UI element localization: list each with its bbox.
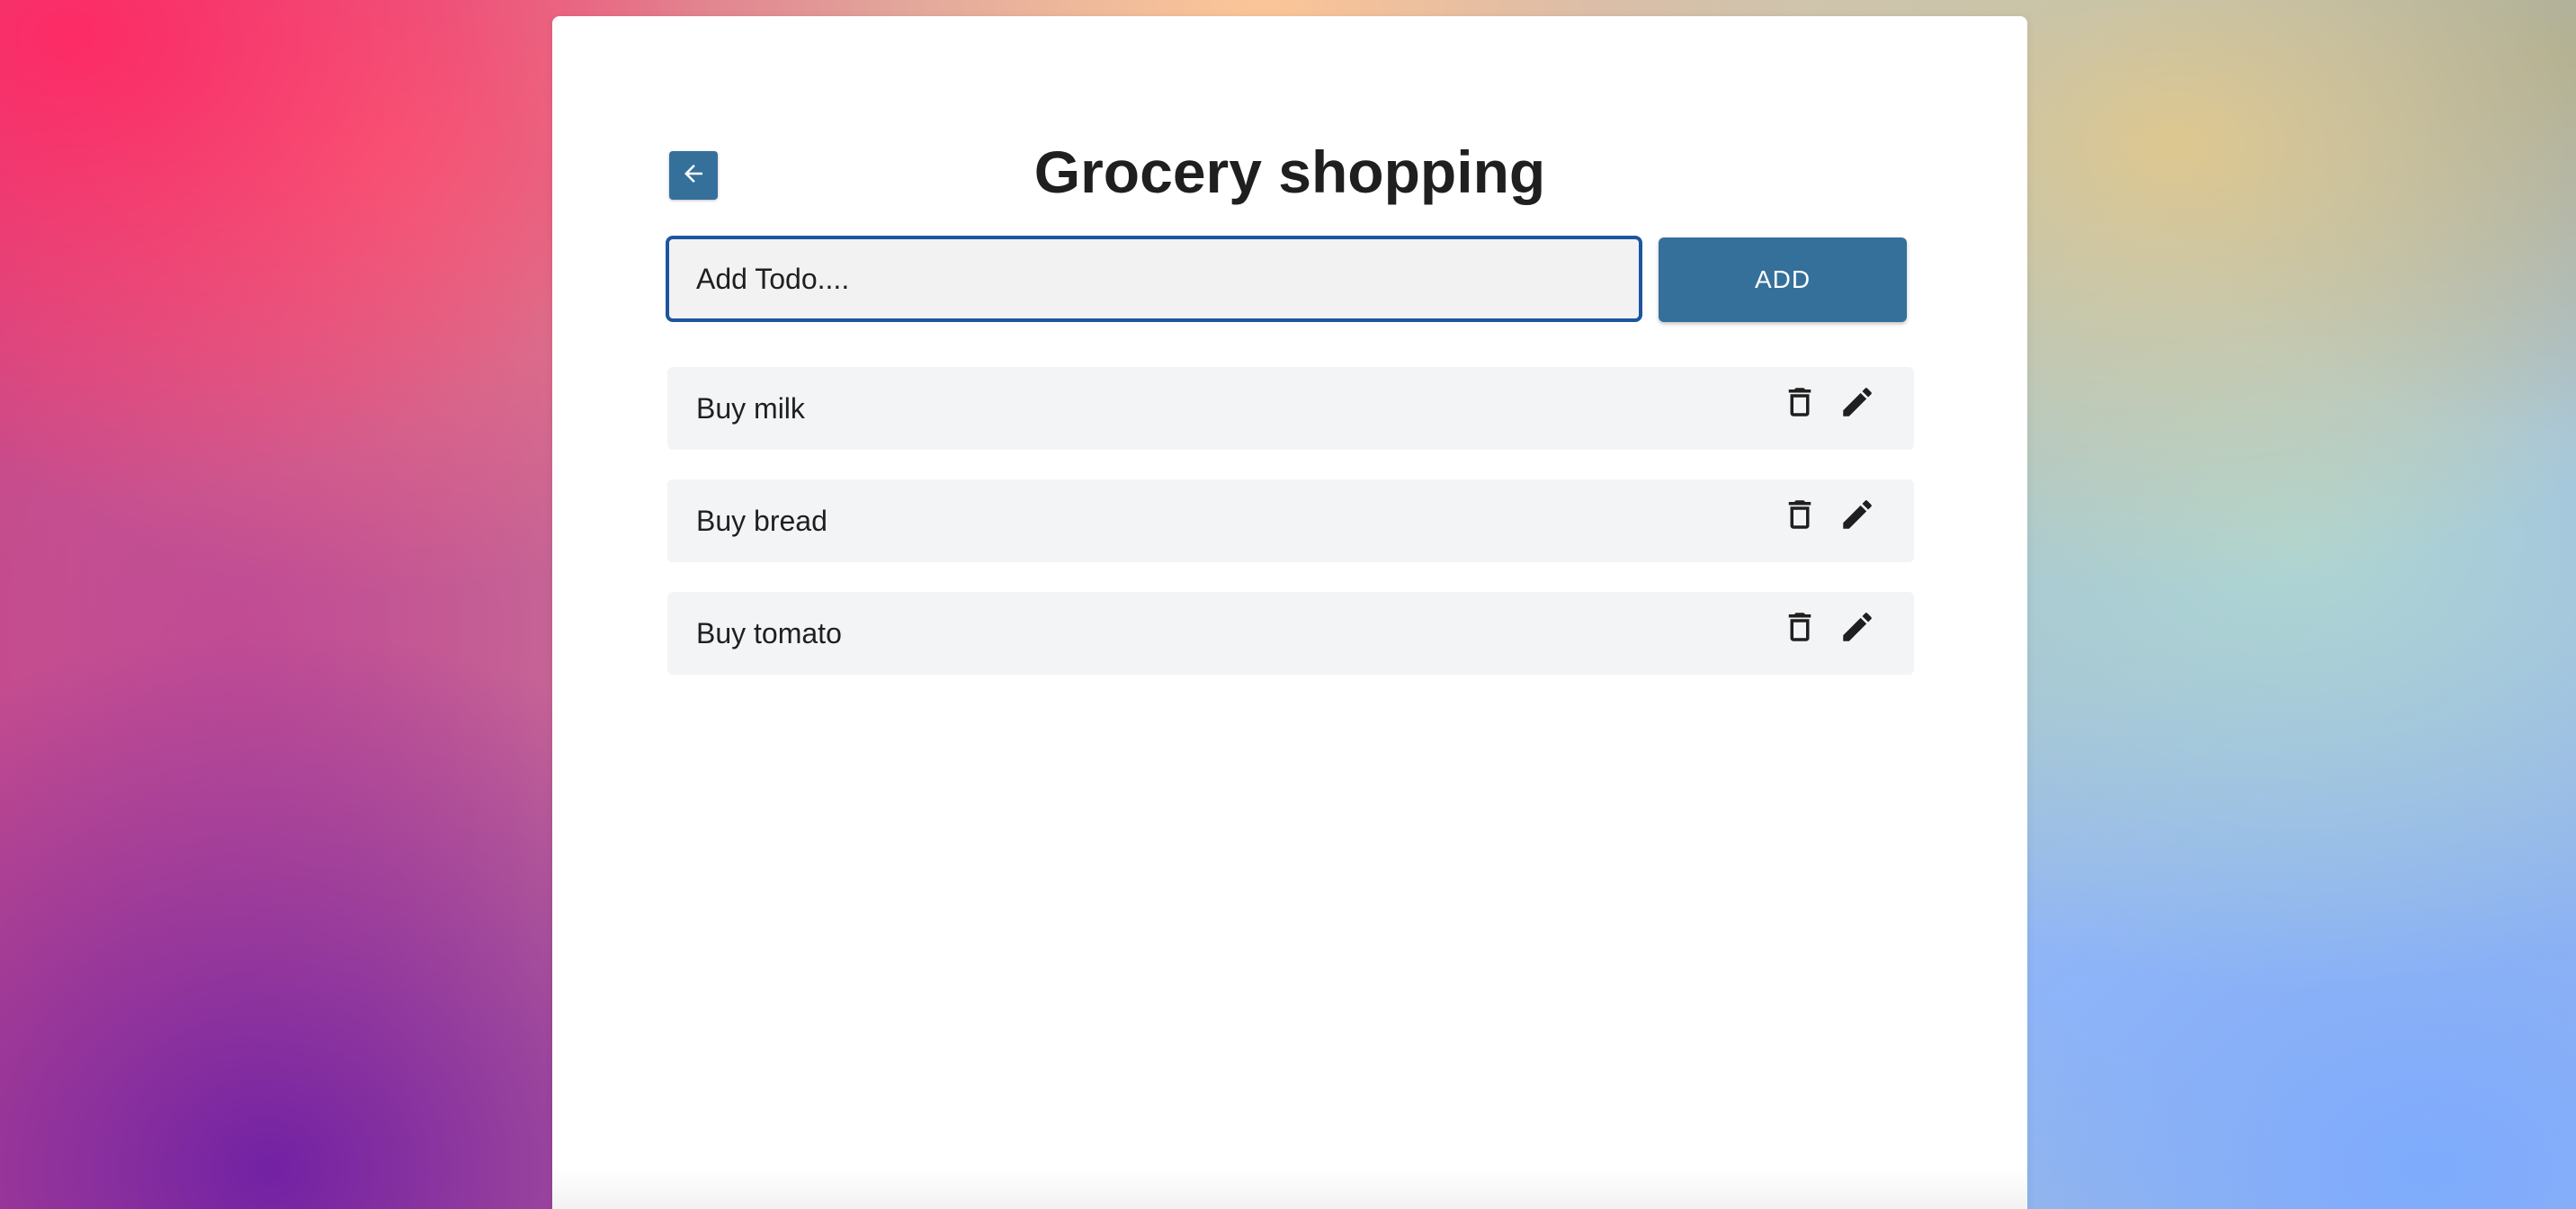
trash-icon[interactable] bbox=[1779, 606, 1820, 648]
todo-text: Buy bread bbox=[696, 505, 827, 537]
add-todo-input[interactable] bbox=[666, 236, 1642, 322]
todo-item: Buy bread bbox=[667, 479, 1914, 562]
todo-list: Buy milk Buy bread Buy tomato bbox=[667, 367, 1914, 704]
todo-text: Buy milk bbox=[696, 392, 805, 425]
todo-text: Buy tomato bbox=[696, 617, 842, 649]
page-title: Grocery shopping bbox=[1033, 139, 1546, 205]
pencil-icon[interactable] bbox=[1837, 381, 1878, 423]
trash-icon[interactable] bbox=[1779, 494, 1820, 535]
card-bottom-shadow bbox=[552, 1168, 2027, 1209]
todo-item: Buy milk bbox=[667, 367, 1914, 450]
todo-item: Buy tomato bbox=[667, 592, 1914, 675]
trash-icon[interactable] bbox=[1779, 381, 1820, 423]
pencil-icon[interactable] bbox=[1837, 606, 1878, 648]
pencil-icon[interactable] bbox=[1837, 494, 1878, 535]
todo-card: Grocery shopping ADD Buy milk Buy bread … bbox=[552, 16, 2027, 1209]
add-button[interactable]: ADD bbox=[1659, 237, 1907, 322]
